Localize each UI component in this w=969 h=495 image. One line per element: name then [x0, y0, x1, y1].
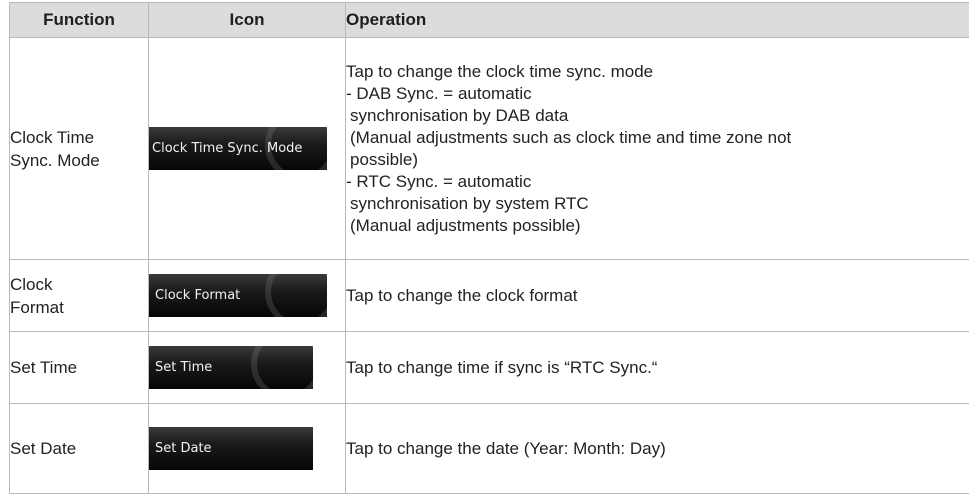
- function-line: Set Date: [10, 439, 77, 458]
- manual-page: Function Icon Operation Clock Time Sync.…: [0, 0, 969, 495]
- table-row-clock-format: Clock Format Clock Format Tap to change …: [9, 259, 969, 332]
- function-cell: Clock Format: [9, 259, 149, 332]
- operation-cell: Tap to change the date (Year: Month: Day…: [345, 403, 969, 494]
- swirl-decoration-icon: [265, 274, 327, 317]
- column-header-icon: Icon: [148, 2, 346, 38]
- operation-line: Tap to change the clock time sync. mode: [346, 61, 654, 81]
- function-line: Format: [10, 297, 64, 317]
- icon-cell: Set Date: [148, 403, 346, 494]
- operation-line: synchronisation by system RTC: [350, 193, 589, 213]
- settings-function-table: Function Icon Operation Clock Time Sync.…: [9, 2, 969, 494]
- operation-line: synchronisation by DAB data: [350, 105, 569, 125]
- icon-button-label: Set Time: [155, 360, 213, 375]
- clock-format-button-icon: Clock Format: [149, 274, 327, 317]
- operation-line: possible): [350, 149, 419, 169]
- operation-line: Tap to change the clock format: [346, 285, 578, 305]
- icon-button-label: Set Date: [155, 441, 212, 456]
- icon-cell: Set Time: [148, 331, 346, 404]
- operation-line: Tap to change the date (Year: Month: Day…: [346, 438, 666, 458]
- operation-line: - RTC Sync. = automatic: [346, 171, 532, 191]
- function-line: Clock: [10, 274, 53, 294]
- clock-time-sync-mode-button-icon: Clock Time Sync. Mode: [149, 127, 327, 170]
- swirl-decoration-icon: [251, 346, 313, 389]
- function-cell: Set Time: [9, 331, 149, 404]
- operation-line: (Manual adjustments possible): [350, 215, 581, 235]
- set-time-button-icon: Set Time: [149, 346, 313, 389]
- icon-button-label: Clock Time Sync. Mode: [152, 141, 303, 156]
- function-line: Set Time: [10, 358, 78, 377]
- icon-cell: Clock Time Sync. Mode: [148, 37, 346, 260]
- table-row-set-time: Set Time Set Time Tap to change time if …: [9, 331, 969, 404]
- column-header-operation: Operation: [345, 2, 969, 38]
- operation-cell: Tap to change time if sync is “RTC Sync.…: [345, 331, 969, 404]
- icon-cell: Clock Format: [148, 259, 346, 332]
- operation-line: Tap to change time if sync is “RTC Sync.…: [346, 357, 658, 377]
- table-header-row: Function Icon Operation: [9, 2, 969, 38]
- operation-line: - DAB Sync. = automatic: [346, 83, 532, 103]
- operation-cell: Tap to change the clock format: [345, 259, 969, 332]
- function-line: Sync. Mode: [10, 150, 100, 170]
- set-date-button-icon: Set Date: [149, 427, 313, 470]
- column-header-function: Function: [9, 2, 149, 38]
- table-row-clock-time-sync-mode: Clock Time Sync. Mode Clock Time Sync. M…: [9, 37, 969, 260]
- operation-cell: Tap to change the clock time sync. mode …: [345, 37, 969, 260]
- function-cell: Clock Time Sync. Mode: [9, 37, 149, 260]
- function-cell: Set Date: [9, 403, 149, 494]
- operation-line: (Manual adjustments such as clock time a…: [350, 127, 792, 147]
- table-row-set-date: Set Date Set Date Tap to change the date…: [9, 403, 969, 494]
- function-line: Clock Time: [10, 127, 95, 147]
- icon-button-label: Clock Format: [155, 288, 241, 303]
